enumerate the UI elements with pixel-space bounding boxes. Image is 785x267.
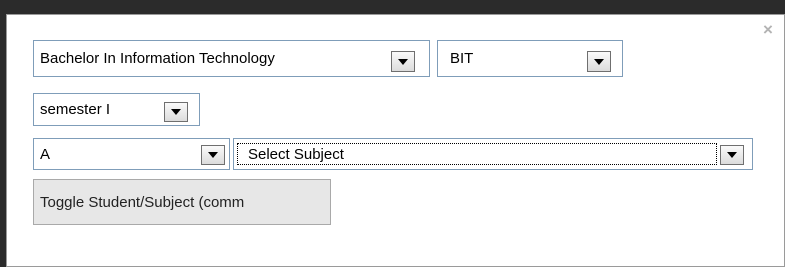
program-select[interactable]: Bachelor In Information Technology [33,40,430,77]
chevron-down-icon[interactable] [587,51,611,72]
program-select-value: Bachelor In Information Technology [40,50,275,67]
section-select-value: A [40,145,51,163]
toggle-student-subject-button[interactable]: Toggle Student/Subject (comm [33,179,331,225]
semester-select[interactable]: semester I [33,93,200,126]
program-code-select-value: BIT [450,50,474,67]
subject-select-value: Select Subject [248,145,344,163]
chevron-down-icon[interactable] [201,145,225,165]
close-icon[interactable]: × [760,21,776,38]
chevron-down-icon[interactable] [720,145,744,165]
section-select[interactable]: A [33,138,230,170]
program-code-select[interactable]: BIT [437,40,623,77]
subject-select[interactable]: Select Subject [233,138,753,170]
chevron-down-icon[interactable] [391,51,415,72]
semester-select-value: semester I [40,101,111,118]
chevron-down-icon[interactable] [164,102,188,122]
